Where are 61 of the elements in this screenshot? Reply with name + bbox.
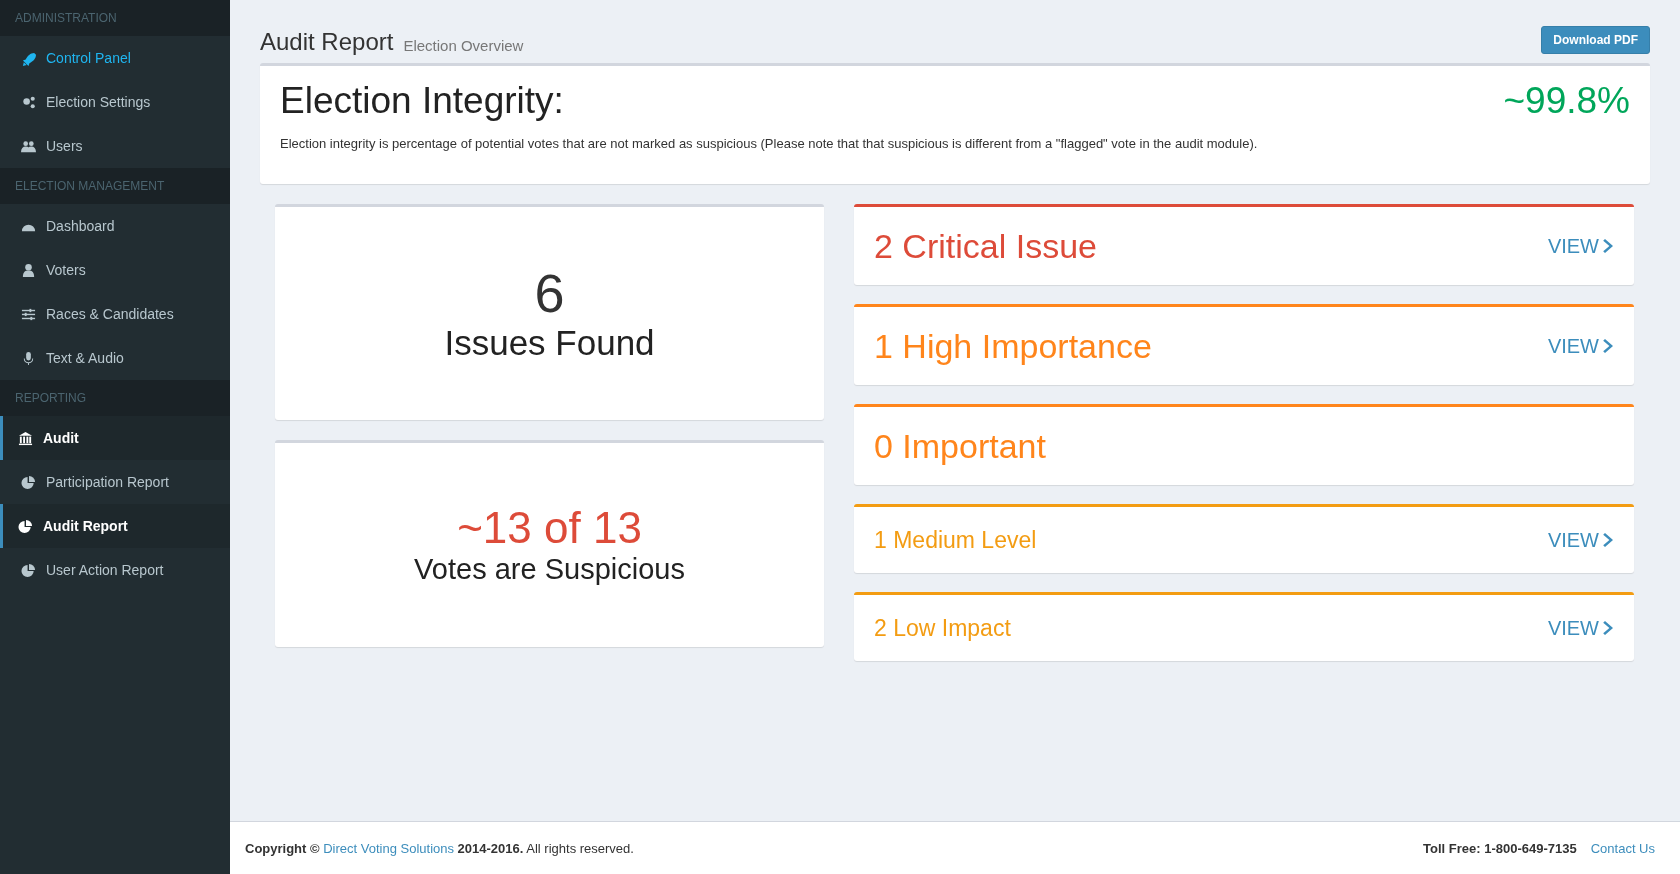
sidebar-item[interactable]: Voters <box>0 248 230 292</box>
integrity-description: Election integrity is percentage of potential votes that are not marked as suspicious (Please note that that suspicious is different from a "flagged" vote in the audit module). <box>280 136 1259 151</box>
sidebar-section-header: REPORTING <box>0 380 230 416</box>
sidebar-item[interactable]: Audit Report <box>0 504 230 548</box>
sidebar-item-label: Dashboard <box>46 218 115 234</box>
issue-label: 1 Medium Level <box>874 526 1037 554</box>
issue-label: 1 High Importance <box>874 326 1152 366</box>
pie-chart-icon <box>18 518 33 534</box>
stat-value: 6 <box>534 263 565 324</box>
download-pdf-button[interactable]: Download PDF <box>1541 26 1650 54</box>
company-link[interactable]: Direct Voting Solutions <box>323 840 454 856</box>
view-link[interactable]: VIEW <box>1547 334 1614 358</box>
stat-label: Issues Found <box>444 323 655 364</box>
sidebar-item[interactable]: Audit <box>0 416 230 460</box>
sidebar-item-label: Audit <box>43 430 79 446</box>
sidebar-item-label: Voters <box>46 262 86 278</box>
phone-number: Toll Free: 1-800-649-7135 <box>1423 840 1577 856</box>
stat-label: Votes are Suspicious <box>414 552 685 586</box>
integrity-value: ~99.8% <box>1503 80 1630 122</box>
sidebar-item-label: Text & Audio <box>46 350 124 366</box>
sidebar-item-label: Election Settings <box>46 94 151 110</box>
issue-label: 2 Low Impact <box>874 614 1011 642</box>
sidebar-item[interactable]: Text & Audio <box>0 336 230 380</box>
issue-label: 2 Critical Issue <box>874 226 1097 266</box>
view-link[interactable]: VIEW <box>1547 528 1614 552</box>
rocket-icon <box>21 50 36 66</box>
chevron-right-icon <box>1603 532 1614 548</box>
bank-icon <box>18 430 33 446</box>
sidebar-item-label: User Action Report <box>46 562 164 578</box>
chevron-right-icon <box>1603 238 1614 254</box>
sidebar-section-header: ADMINISTRATION <box>0 0 230 36</box>
sidebar-item[interactable]: Participation Report <box>0 460 230 504</box>
stat-value: ~13 of 13 <box>457 504 642 553</box>
view-link[interactable]: VIEW <box>1547 234 1614 258</box>
sidebar-item[interactable]: Races & Candidates <box>0 292 230 336</box>
user-icon <box>21 262 36 278</box>
chevron-right-icon <box>1603 620 1614 636</box>
sidebar-item-label: Audit Report <box>43 518 128 534</box>
sidebar-item-label: Races & Candidates <box>46 306 174 322</box>
pie-chart-icon <box>21 562 36 578</box>
sidebar-item[interactable]: User Action Report <box>0 548 230 592</box>
issue-label: 0 Important <box>874 426 1046 466</box>
sidebar-item[interactable]: Dashboard <box>0 204 230 248</box>
page-subtitle: Election Overview <box>403 37 524 54</box>
chevron-right-icon <box>1603 338 1614 354</box>
sidebar-item[interactable]: Election Settings <box>0 80 230 124</box>
sidebar-section-header: ELECTION MANAGEMENT <box>0 168 230 204</box>
sidebar-item-label: Users <box>46 138 83 154</box>
sidebar-item-label: Participation Report <box>46 474 169 490</box>
pie-chart-icon <box>21 474 36 490</box>
integrity-title: Election Integrity: <box>280 80 564 122</box>
contact-link[interactable]: Contact Us <box>1590 840 1655 856</box>
sliders-icon <box>21 306 36 322</box>
view-link[interactable]: VIEW <box>1547 616 1614 640</box>
sidebar-item[interactable]: Control Panel <box>0 36 230 80</box>
users-icon <box>21 138 36 154</box>
page-title: Audit Report <box>260 28 394 56</box>
sidebar-item[interactable]: Users <box>0 124 230 168</box>
copyright-text: Copyright © Direct Voting Solutions 2014-2016. All rights reserved. <box>245 840 634 856</box>
microphone-icon <box>21 350 36 366</box>
sidebar-item-label: Control Panel <box>46 50 131 66</box>
